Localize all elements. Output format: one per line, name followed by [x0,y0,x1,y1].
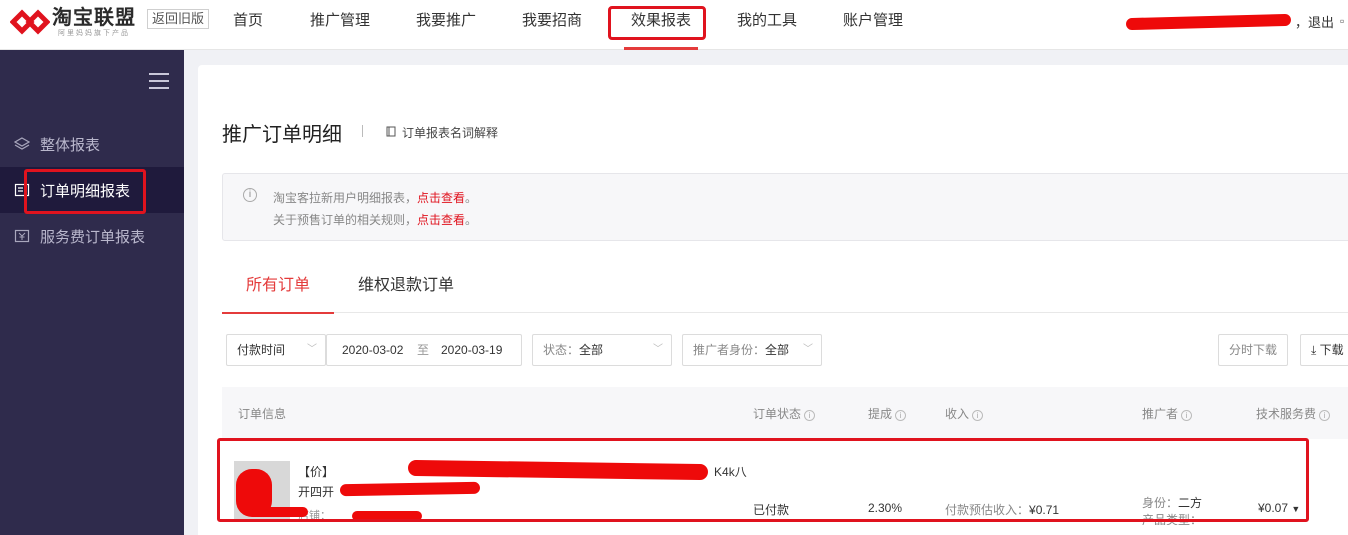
notice-text: 淘宝客拉新用户明细报表， [273,191,418,205]
annotation-box-order-detail [24,169,146,214]
col-promoter: 推广者 i [1142,405,1193,422]
back-to-old-version-button[interactable]: 返回旧版 [147,9,210,29]
info-icon[interactable]: i [1319,410,1331,421]
glossary-link[interactable]: 订单报表名词解释 [386,124,498,141]
notice-punct: 。 [465,191,478,205]
annotation-box-reports-nav [608,6,706,40]
info-icon[interactable]: i [972,410,984,421]
layers-icon [14,136,30,152]
info-icon[interactable]: i [1181,410,1193,421]
nav-item-merchant-recruit[interactable]: 我要招商 [496,0,608,50]
redacted-username [1125,13,1292,30]
time-type-select[interactable]: 付款时间 ﹀ [226,334,326,366]
date-range-picker[interactable]: 2020-03-02 至 2020-03-19 [326,334,522,366]
sidebar-item-overall-report[interactable]: 整体报表 [0,121,184,167]
table-header: 订单信息 订单状态 i 提成 i 收入 i 推广者 i 技术服务费 i [222,387,1348,439]
col-income: 收入 i [945,405,984,422]
range-separator: 至 [417,343,430,357]
sidebar-item-label: 整体报表 [40,136,101,154]
nav-item-my-tools[interactable]: 我的工具 [714,0,820,50]
info-icon[interactable]: i [895,410,907,421]
fee-icon [14,228,30,244]
order-tabs: 所有订单 维权退款订单 [222,263,1348,314]
role-value: 全部 [765,343,790,357]
start-date[interactable]: 2020-03-02 [342,335,403,365]
notice-link-new-users[interactable]: 点击查看 [417,191,465,205]
page-title: 推广订单明细 [222,124,342,146]
col-tech-fee: 技术服务费 i [1256,405,1331,422]
nav-item-promote[interactable]: 我要推广 [396,0,496,50]
role-label: 推广者身份： [693,343,766,357]
status-label: 状态： [543,343,580,357]
annotation-box-order-row [217,438,1309,522]
title-divider [362,125,363,137]
window-icon[interactable]: ▫ [1340,14,1344,28]
logo-title: 淘宝联盟 [52,7,136,29]
info-icon: i [243,188,257,202]
sidebar-item-service-fee-report[interactable]: 服务费订单报表 [0,213,184,259]
status-select[interactable]: 状态：全部 ﹀ [532,334,672,366]
menu-toggle-icon[interactable] [149,73,169,89]
user-area: ，退出 [1125,12,1334,31]
chevron-down-icon: ﹀ [653,344,663,355]
chevron-down-icon: ﹀ [307,344,317,355]
status-value: 全部 [579,343,604,357]
col-label: 收入 [945,407,970,421]
notice-text: 关于预售订单的相关规则， [273,213,418,227]
end-date[interactable]: 2020-03-19 [441,335,502,365]
promoter-role-select[interactable]: 推广者身份：全部 ﹀ [682,334,822,366]
notice-box: i 淘宝客拉新用户明细报表，点击查看。 关于预售订单的相关规则，点击查看。 [222,173,1348,241]
tab-refund-orders[interactable]: 维权退款订单 [358,263,454,313]
col-label: 推广者 [1142,407,1179,421]
download-label: 下载 [1319,343,1344,357]
col-order-status: 订单状态 i [753,405,816,422]
glossary-label: 订单报表名词解释 [402,126,499,140]
main-nav: 首页 推广管理 我要推广 我要招商 效果报表 我的工具 账户管理 [212,0,926,50]
notice-link-presale-rules[interactable]: 点击查看 [417,213,465,227]
book-icon [386,126,396,140]
col-order-info: 订单信息 [238,407,287,421]
col-label: 订单状态 [753,407,802,421]
notice-line-1: 淘宝客拉新用户明细报表，点击查看。 [273,189,477,206]
download-button[interactable]: ⤓ 下载 [1300,334,1348,366]
logo-subtitle: 阿里妈妈旗下产品 [58,30,130,37]
time-type-value: 付款时间 [237,343,286,357]
nav-item-home[interactable]: 首页 [212,0,284,50]
col-commission: 提成 i [868,405,907,422]
tab-all-orders[interactable]: 所有订单 [222,263,334,314]
notice-punct: 。 [465,213,478,227]
download-icon: ⤓ [1311,343,1317,357]
col-label: 提成 [868,407,893,421]
logo-icon [9,7,51,37]
nav-item-account-management[interactable]: 账户管理 [820,0,926,50]
chevron-down-icon: ﹀ [803,344,813,355]
notice-line-2: 关于预售订单的相关规则，点击查看。 [273,211,477,228]
split-download-button[interactable]: 分时下载 [1218,334,1288,366]
logo[interactable]: 淘宝联盟 阿里妈妈旗下产品 [9,7,136,38]
col-label: 技术服务费 [1256,407,1317,421]
sidebar: 整体报表 订单明细报表 服务费订单报表 [0,50,184,535]
logout-link[interactable]: ，退出 [1295,12,1334,31]
sidebar-item-label: 服务费订单报表 [40,228,146,246]
info-icon[interactable]: i [804,410,816,421]
nav-item-promotion-management[interactable]: 推广管理 [284,0,396,50]
